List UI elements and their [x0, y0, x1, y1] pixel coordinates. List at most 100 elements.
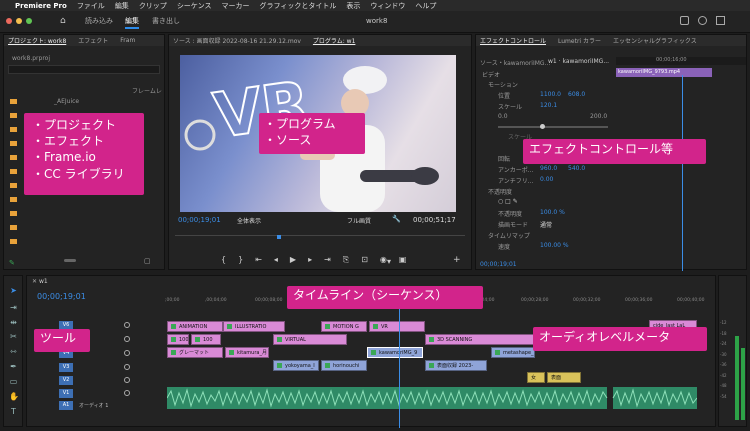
menu-view[interactable]: 表示: [346, 1, 360, 11]
tab-project[interactable]: プロジェクト: work8: [8, 36, 66, 45]
share-icon[interactable]: [680, 16, 689, 25]
tab-effect-controls[interactable]: エフェクトコントロール: [480, 36, 546, 45]
menu-edit[interactable]: 編集: [115, 1, 129, 11]
sequence-tab[interactable]: ✕ w1: [32, 278, 48, 285]
play-icon[interactable]: ▶: [290, 255, 296, 265]
menu-file[interactable]: ファイル: [77, 1, 105, 11]
tab-program[interactable]: プログラム: w1: [313, 36, 355, 45]
add-button[interactable]: +: [453, 255, 461, 265]
clip[interactable]: VIRTUAL: [273, 334, 347, 345]
go-to-out-icon[interactable]: ⇥: [324, 255, 331, 265]
selection-tool-icon[interactable]: ➤: [9, 286, 18, 295]
param-value[interactable]: 0.00: [540, 176, 553, 183]
new-item-icon[interactable]: ▢: [144, 257, 151, 265]
track-header-v2[interactable]: V2: [27, 375, 190, 386]
effect-clip-dropdown[interactable]: w1 · kawamoriIMG...: [548, 58, 609, 65]
clip[interactable]: ILLUSTRATIO: [223, 321, 285, 332]
scale-slider[interactable]: [540, 124, 545, 129]
clip[interactable]: horinouchi: [321, 360, 367, 371]
tab-frameio[interactable]: Fram: [120, 37, 135, 44]
tab-effects[interactable]: エフェクト: [78, 36, 108, 45]
blend-mode-dropdown[interactable]: 通常: [540, 220, 552, 229]
clip[interactable]: 表面収録 2023-: [425, 360, 487, 371]
insert-icon[interactable]: ⎘: [343, 255, 349, 265]
clip[interactable]: yokoyama_I: [273, 360, 319, 371]
clip[interactable]: 女: [527, 372, 545, 383]
param-value[interactable]: 100.0 %: [540, 209, 565, 216]
wrench-icon[interactable]: 🔧: [392, 215, 401, 223]
zoom-window-button[interactable]: [26, 18, 32, 24]
menu-window[interactable]: ウィンドウ: [370, 1, 405, 11]
clip[interactable]: 表面: [547, 372, 581, 383]
param-label: 位置: [498, 93, 511, 100]
quality-dropdown[interactable]: フル画質: [347, 216, 371, 225]
menu-marker[interactable]: マーカー: [221, 1, 249, 11]
hand-tool-icon[interactable]: ✋: [9, 392, 19, 401]
param-value[interactable]: 540.0: [568, 165, 585, 172]
clip[interactable]: グレーマット: [167, 347, 223, 358]
clip[interactable]: kawamoriMG_9: [367, 347, 423, 358]
clip[interactable]: metashape_: [491, 347, 535, 358]
param-value[interactable]: 120.1: [540, 102, 557, 109]
go-to-in-icon[interactable]: ⇤: [255, 255, 262, 265]
razor-tool-icon[interactable]: ✂: [9, 332, 18, 341]
menu-help[interactable]: ヘルプ: [415, 1, 436, 11]
clip[interactable]: ANIMATION: [167, 321, 223, 332]
rectangle-tool-icon[interactable]: ▭: [9, 377, 18, 386]
audio-track-name: オーディオ 1: [79, 403, 109, 409]
folder-name[interactable]: _AEJuice: [54, 98, 79, 105]
program-scrubber[interactable]: [175, 230, 465, 236]
tab-essential-graphics[interactable]: エッセンシャルグラフィックス: [613, 36, 697, 45]
effect-clip-bar[interactable]: kawamoriIMG_9793.mp4: [616, 68, 712, 77]
step-back-icon[interactable]: ◂: [274, 255, 278, 265]
tab-source[interactable]: ソース : 画面収録 2022-08-16 21.29.12.mov: [173, 36, 301, 45]
effect-timecode[interactable]: 00;00;19;01: [480, 261, 517, 268]
effect-time-ruler[interactable]: 00;00;16;00: [616, 57, 746, 65]
home-icon[interactable]: ⌂: [60, 16, 66, 26]
tab-edit[interactable]: 編集: [125, 16, 139, 29]
pen-tool-icon[interactable]: ✒: [9, 362, 18, 371]
menu-clip[interactable]: クリップ: [139, 1, 167, 11]
tab-import[interactable]: 読み込み: [85, 16, 113, 26]
zoom-slider[interactable]: [64, 259, 76, 262]
clip[interactable]: kitamura_月: [225, 347, 269, 358]
clip[interactable]: 3D SCANNING: [425, 334, 535, 345]
mark-in-icon[interactable]: {: [221, 255, 226, 265]
audio-waveform[interactable]: [167, 387, 697, 409]
clip[interactable]: VR: [369, 321, 425, 332]
track-header-a1[interactable]: A1 オーディオ 1: [27, 398, 190, 412]
param-value[interactable]: 100.00 %: [540, 242, 569, 249]
param-value[interactable]: 1100.0: [540, 91, 561, 98]
camera-icon[interactable]: ◉: [380, 255, 387, 265]
compare-icon[interactable]: ▣: [399, 255, 407, 265]
step-forward-icon[interactable]: ▸: [308, 255, 312, 265]
menu-sequence[interactable]: シーケンス: [177, 1, 212, 11]
clip[interactable]: 100: [191, 334, 221, 345]
menu-graphics[interactable]: グラフィックとタイトル: [259, 1, 336, 11]
tab-lumetri[interactable]: Lumetri カラー: [558, 36, 601, 45]
tab-export[interactable]: 書き出し: [152, 16, 180, 26]
search-input[interactable]: [8, 65, 160, 74]
fullscreen-icon[interactable]: [716, 16, 725, 25]
notifications-icon[interactable]: [698, 16, 707, 25]
type-tool-icon[interactable]: T: [9, 407, 18, 416]
pen-icon[interactable]: ✎: [9, 259, 15, 267]
timeline-timecode[interactable]: 00;00;19;01: [37, 292, 86, 301]
ripple-edit-tool-icon[interactable]: ⇹: [9, 318, 18, 327]
clip[interactable]: MOTION G: [321, 321, 367, 332]
param-value[interactable]: 960.0: [540, 165, 557, 172]
clip[interactable]: 1000: [167, 334, 189, 345]
timeline-playhead[interactable]: [399, 304, 400, 428]
minimize-window-button[interactable]: [16, 18, 22, 24]
app-menu[interactable]: Premiere Pro: [15, 2, 67, 10]
fit-dropdown[interactable]: 全体表示: [237, 216, 261, 225]
track-header-v3[interactable]: V3: [27, 362, 190, 373]
playhead-marker[interactable]: [277, 235, 281, 239]
overwrite-icon[interactable]: ⊡: [361, 255, 368, 265]
mark-out-icon[interactable]: }: [238, 255, 243, 265]
param-value[interactable]: 608.0: [568, 91, 585, 98]
track-select-tool-icon[interactable]: ⇥: [9, 303, 18, 312]
program-timecode[interactable]: 00;00;19;01: [178, 216, 221, 224]
slip-tool-icon[interactable]: ⇿: [9, 347, 18, 356]
close-window-button[interactable]: [6, 18, 12, 24]
